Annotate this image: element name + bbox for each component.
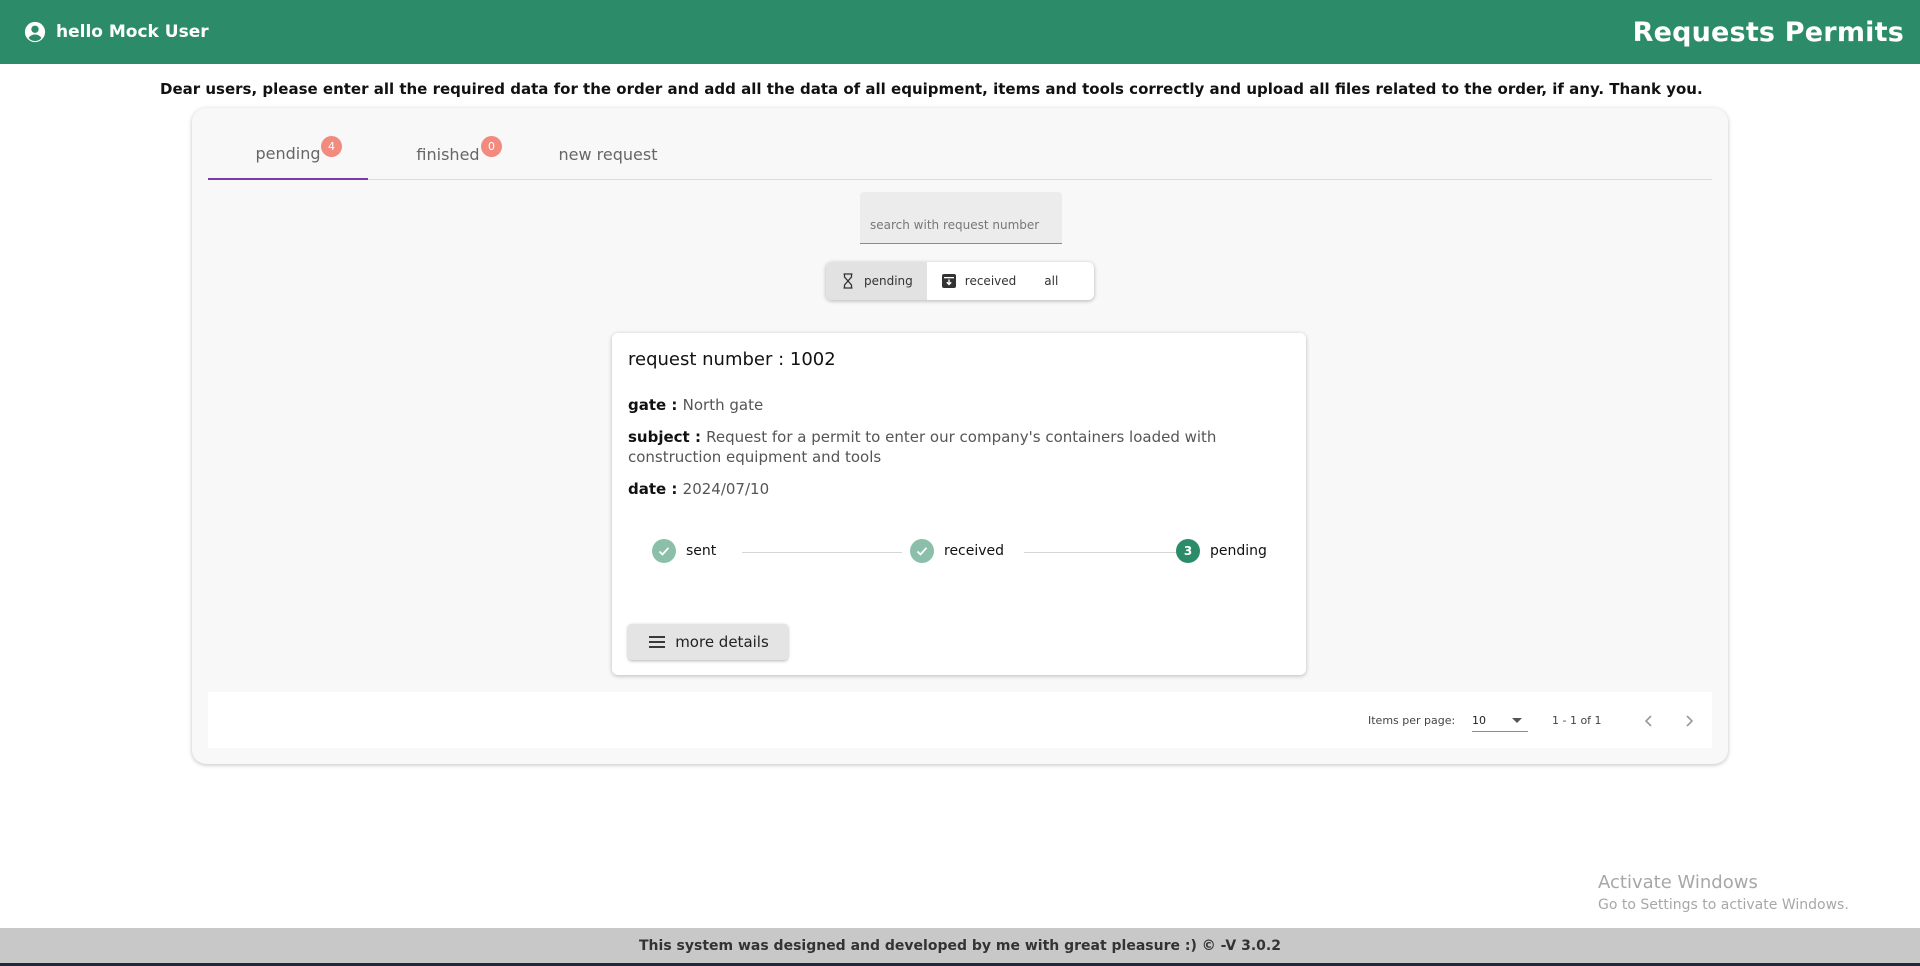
check-icon: [916, 547, 928, 556]
finished-count-badge: 0: [481, 136, 502, 157]
date-field: date : 2024/07/10: [628, 479, 1268, 499]
app-footer: This system was designed and developed b…: [0, 928, 1920, 966]
instructions-notice: Dear users, please enter all the require…: [160, 80, 1703, 98]
subject-label: subject :: [628, 428, 707, 446]
paginator: Items per page: 10 1 - 1 of 1: [208, 692, 1712, 748]
step-number-indicator: 3: [1176, 539, 1200, 563]
items-per-page-value: 10: [1472, 714, 1486, 727]
chevron-right-icon: [1686, 715, 1694, 727]
user-greeting: hello Mock User: [56, 22, 209, 42]
gate-label: gate :: [628, 396, 683, 414]
step-received: received: [910, 539, 1004, 563]
search-field: [860, 192, 1062, 244]
tab-label: finished: [416, 144, 480, 164]
step-connector: [742, 552, 902, 553]
watermark-subtitle: Go to Settings to activate Windows.: [1598, 897, 1849, 913]
chevron-left-icon: [1644, 715, 1652, 727]
request-card: request number : 1002 gate : North gate …: [612, 333, 1306, 675]
subject-field: subject : Request for a permit to enter …: [628, 427, 1268, 467]
tab-pending[interactable]: pending 4: [208, 128, 368, 180]
date-value: 2024/07/10: [682, 480, 770, 498]
next-page-button[interactable]: [1676, 708, 1702, 734]
app-title: Requests Permits: [1632, 16, 1904, 48]
status-stepper: sent received 3 pending: [652, 537, 1272, 565]
search-input[interactable]: [870, 216, 1052, 234]
subject-value: Request for a permit to enter our compan…: [628, 428, 1217, 466]
more-details-label: more details: [675, 633, 769, 651]
step-complete-indicator: [652, 539, 676, 563]
user-menu[interactable]: hello Mock User: [24, 21, 209, 43]
filter-label: received: [964, 274, 1017, 288]
filter-pending[interactable]: pending: [826, 262, 927, 300]
more-details-button[interactable]: more details: [628, 624, 788, 660]
archive-icon: [941, 274, 956, 288]
check-icon: [658, 547, 670, 556]
chevron-down-icon: [1512, 718, 1522, 723]
items-per-page-select[interactable]: 10: [1472, 708, 1528, 732]
tab-label: new request: [558, 144, 658, 164]
gate-field: gate : North gate: [628, 395, 1268, 415]
hourglass-icon: [843, 273, 853, 289]
filter-label: pending: [864, 274, 913, 288]
step-complete-indicator: [910, 539, 934, 563]
previous-page-button[interactable]: [1636, 708, 1662, 734]
tab-new-request[interactable]: new request: [528, 128, 688, 180]
tab-label: pending: [255, 143, 321, 163]
status-filter-toggle: pending received all: [826, 262, 1094, 300]
watermark-title: Activate Windows: [1598, 872, 1758, 893]
app-header: hello Mock User Requests Permits: [0, 0, 1920, 64]
filter-received[interactable]: received: [927, 262, 1030, 300]
step-label: sent: [686, 543, 717, 559]
step-pending: 3 pending: [1176, 539, 1267, 563]
pending-count-badge: 4: [321, 136, 342, 157]
requests-panel: pending 4 finished 0 new request pending: [192, 108, 1728, 764]
tab-bar: pending 4 finished 0 new request: [208, 128, 1712, 180]
items-per-page-label: Items per page:: [1368, 714, 1456, 727]
request-number-label: request number :: [628, 349, 790, 370]
step-label: received: [944, 543, 1005, 559]
filter-label: all: [1044, 274, 1059, 288]
menu-icon: [649, 636, 666, 648]
request-number-value: 1002: [789, 349, 836, 370]
step-sent: sent: [652, 539, 716, 563]
activate-windows-watermark: Activate Windows Go to Settings to activ…: [1598, 872, 1849, 913]
date-label: date :: [628, 480, 683, 498]
step-label: pending: [1210, 543, 1267, 559]
step-connector: [1024, 552, 1184, 553]
account-circle-icon: [24, 21, 46, 43]
filter-all[interactable]: all: [1030, 262, 1072, 300]
page-range: 1 - 1 of 1: [1552, 714, 1602, 727]
request-number: request number : 1002: [628, 349, 836, 370]
gate-value: North gate: [682, 396, 764, 414]
footer-text: This system was designed and developed b…: [639, 937, 1281, 954]
tab-finished[interactable]: finished 0: [368, 128, 528, 180]
